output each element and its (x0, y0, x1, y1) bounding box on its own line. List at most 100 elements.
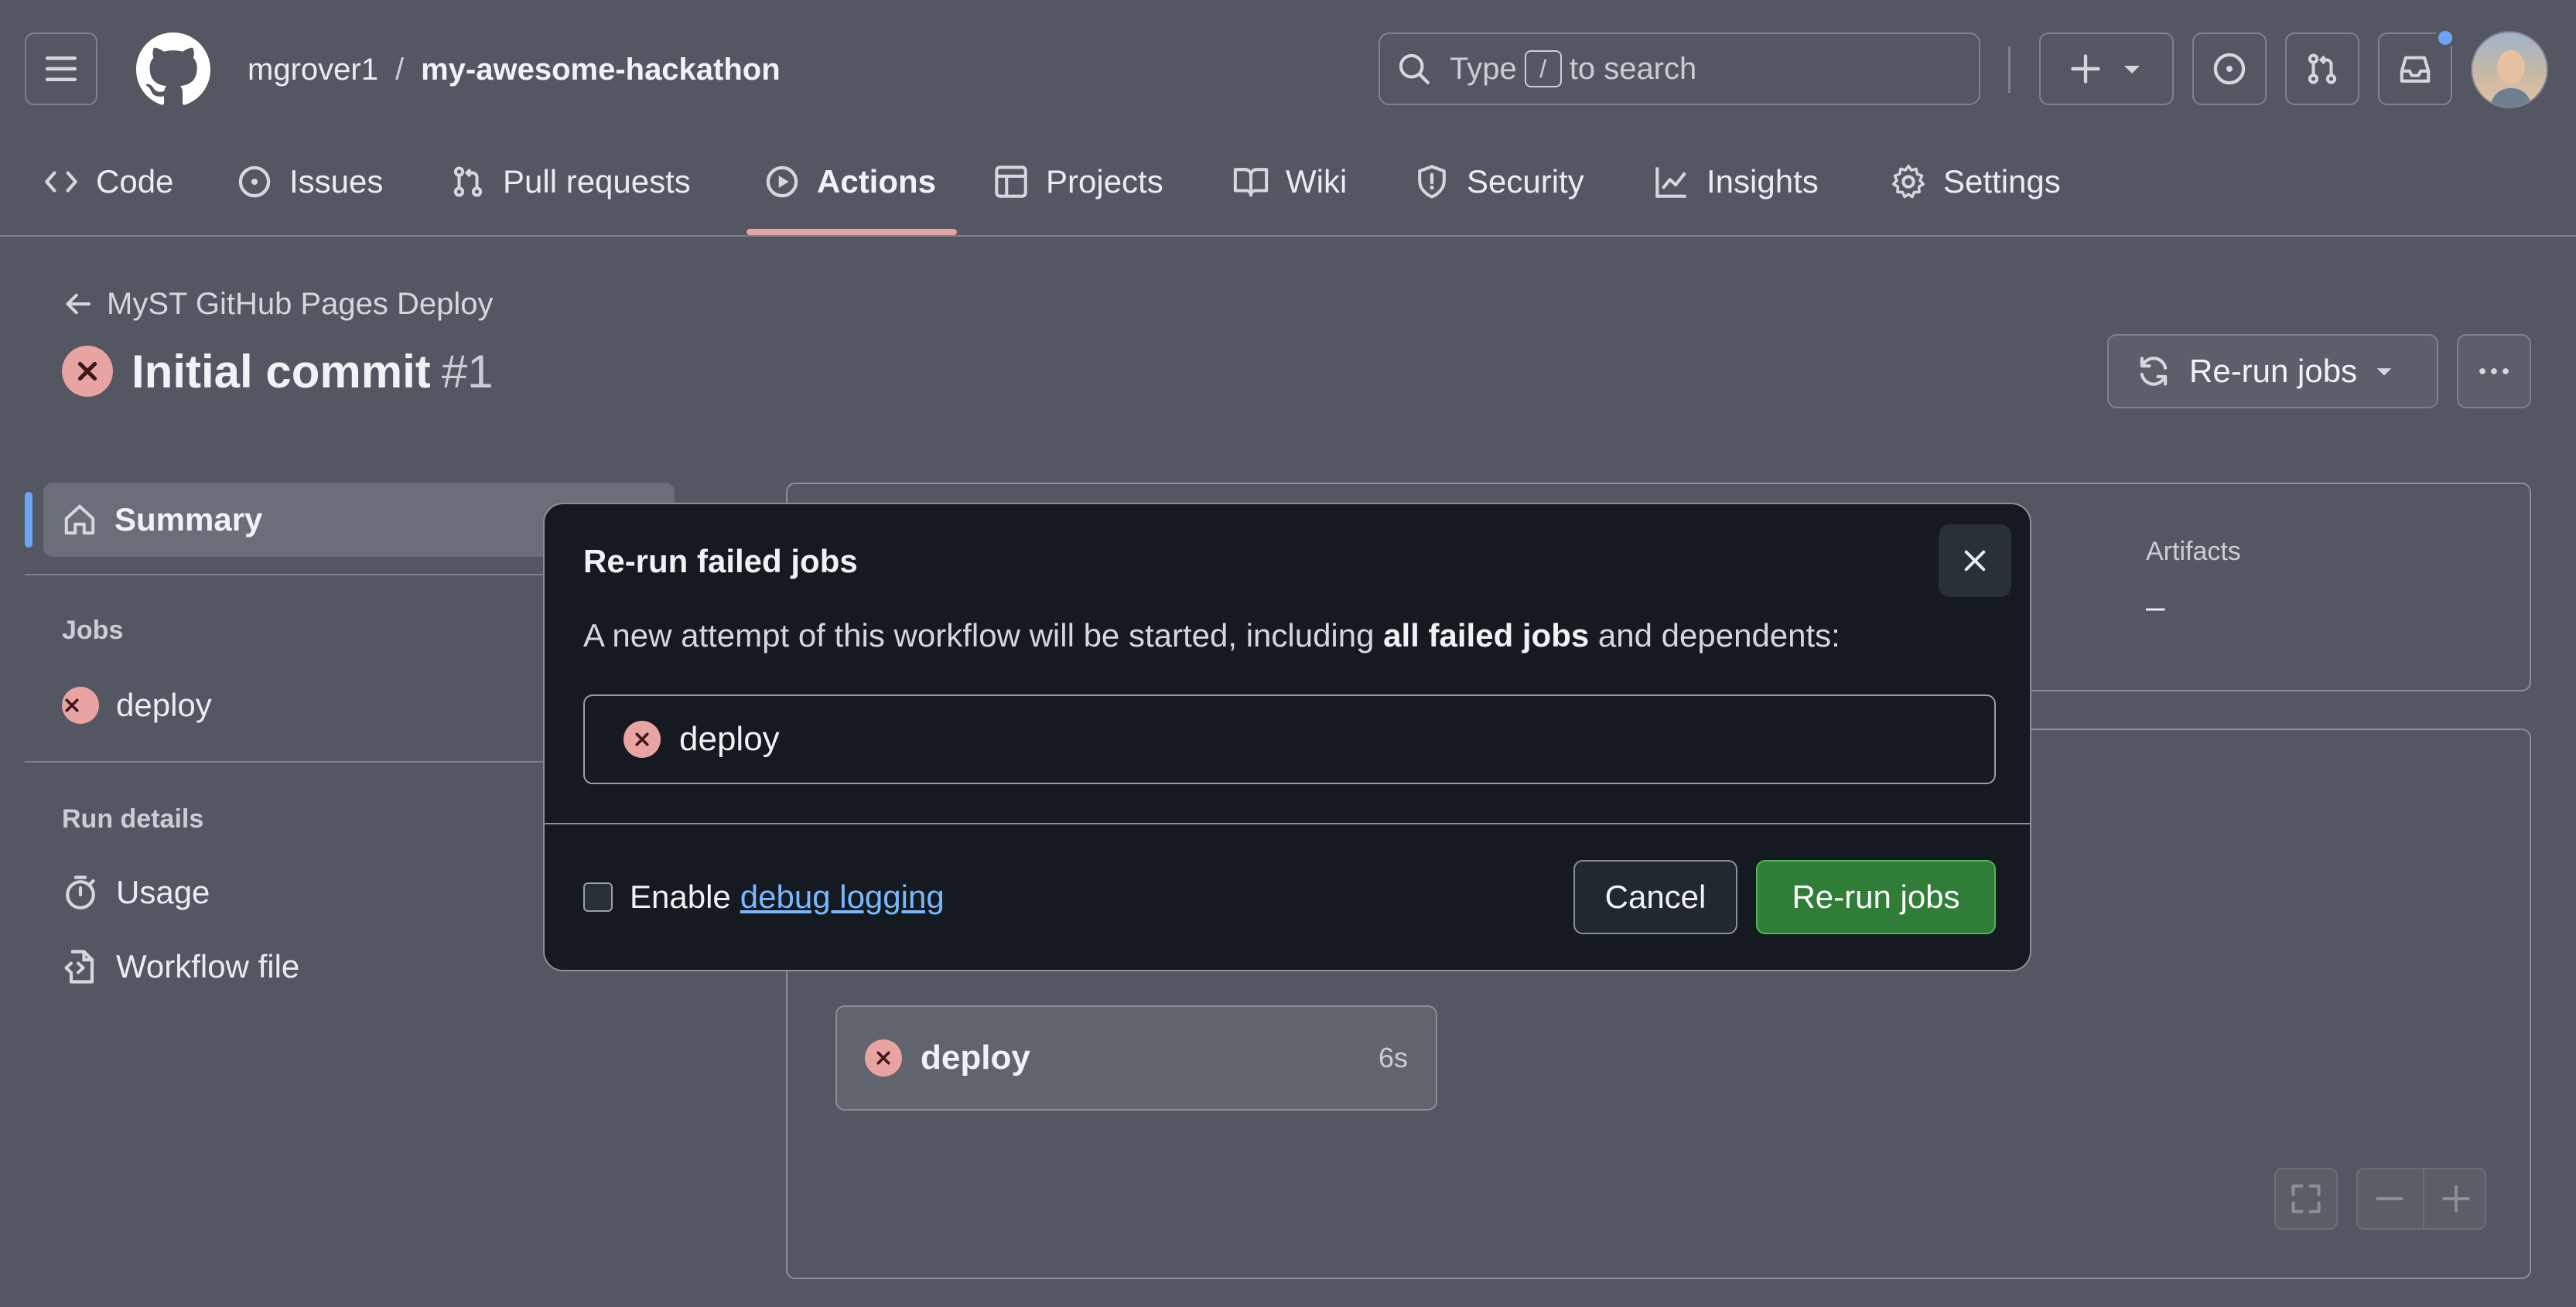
page-title: Initial commit #1 (62, 340, 493, 402)
tab-pull-requests[interactable]: Pull requests (450, 147, 691, 217)
artifacts-value: – (2146, 588, 2165, 626)
graph-job-duration: 6s (1378, 1042, 1408, 1073)
failed-status-icon (62, 687, 99, 724)
sidebar-item-usage[interactable]: Usage (62, 869, 210, 916)
failed-status-icon (62, 346, 113, 397)
inbox-icon (2400, 56, 2431, 83)
caret-down-icon (2124, 66, 2140, 73)
home-icon (64, 504, 95, 535)
tab-actions[interactable]: Actions (764, 147, 936, 217)
run-title: Initial commit (132, 345, 431, 398)
pull-requests-button[interactable] (2285, 32, 2359, 105)
sidebar-item-workflow-file[interactable]: Workflow file (62, 944, 299, 990)
breadcrumb-separator: / (395, 52, 405, 87)
rerun-failed-jobs-dialog: Re-run failed jobs A new attempt of this… (543, 503, 2031, 971)
fullscreen-button[interactable] (2274, 1168, 2338, 1230)
artifacts-label: Artifacts (2146, 537, 2241, 566)
repo-owner-link[interactable]: mgrover1 (248, 53, 378, 87)
graph-job-label: deploy (921, 1039, 1030, 1077)
github-logo-icon (136, 32, 210, 105)
tab-pull-requests-label: Pull requests (503, 163, 691, 200)
more-options-button[interactable] (2457, 334, 2531, 408)
plus-icon[interactable] (2440, 1182, 2472, 1215)
tab-code[interactable]: Code (43, 147, 173, 217)
avatar[interactable] (2471, 31, 2548, 108)
gear-icon (1892, 164, 1925, 199)
sidebar-divider (25, 574, 551, 575)
kebab-horizontal-icon (2479, 368, 2509, 374)
rerun-jobs-dropdown[interactable]: Re-run jobs (2107, 334, 2438, 408)
tab-security-label: Security (1467, 163, 1584, 200)
sidebar-workflow-file-label: Workflow file (116, 948, 300, 985)
github-logo[interactable] (136, 32, 210, 107)
create-new-button[interactable] (2039, 32, 2174, 105)
caret-down-icon (2376, 368, 2392, 376)
tab-settings-label: Settings (1943, 163, 2061, 200)
search-placeholder-post: to search (1569, 51, 1697, 86)
search-placeholder-pre: Type (1450, 51, 1517, 86)
tab-wiki[interactable]: Wiki (1233, 147, 1347, 217)
tab-insights[interactable]: Insights (1654, 147, 1819, 217)
sidebar-jobs-heading: Jobs (62, 616, 124, 645)
tab-projects[interactable]: Projects (993, 147, 1163, 217)
dialog-desc-pre: A new attempt of this workflow will be s… (583, 617, 1384, 654)
selected-indicator (25, 492, 32, 548)
tab-issues[interactable]: Issues (237, 147, 383, 217)
dialog-job-item: deploy (583, 694, 1996, 784)
graph-icon (1655, 167, 1686, 198)
fullscreen-icon (2291, 1184, 2321, 1213)
dialog-title: Re-run failed jobs (583, 543, 858, 579)
book-icon (1233, 168, 1269, 197)
debug-logging-link[interactable]: debug logging (740, 879, 945, 916)
zoom-out-button[interactable] (2356, 1168, 2486, 1230)
zoom-divider (2423, 1168, 2424, 1230)
debug-logging-label: Enable (630, 879, 731, 915)
debug-logging-checkbox[interactable] (583, 882, 613, 912)
pull-request-icon (453, 166, 483, 197)
tab-settings[interactable]: Settings (1891, 147, 2061, 217)
shield-icon (1418, 165, 1446, 199)
arrow-left-icon (66, 293, 91, 315)
code-icon (45, 171, 77, 193)
tab-projects-label: Projects (1046, 163, 1163, 200)
dialog-divider (545, 823, 2030, 824)
tab-issues-label: Issues (289, 163, 384, 200)
sync-icon (2140, 357, 2168, 386)
dialog-desc-post: and dependents: (1589, 617, 1840, 654)
play-icon (766, 166, 798, 198)
debug-logging-option: Enable debug logging (583, 874, 945, 920)
back-to-workflow-link[interactable]: MyST GitHub Pages Deploy (62, 285, 493, 323)
hamburger-icon (45, 56, 77, 81)
repo-name-link[interactable]: my-awesome-hackathon (421, 53, 781, 87)
sidebar-usage-label: Usage (116, 874, 210, 910)
cancel-button[interactable]: Cancel (1573, 860, 1737, 934)
header-divider (2008, 46, 2011, 93)
tab-wiki-label: Wiki (1286, 163, 1348, 200)
avatar-face-icon (2489, 50, 2533, 107)
sidebar-item-deploy[interactable]: deploy (62, 682, 212, 729)
plus-icon (2071, 54, 2100, 84)
back-link-label: MyST GitHub Pages Deploy (107, 286, 494, 321)
dialog-desc-bold: all failed jobs (1383, 617, 1590, 654)
file-code-icon (64, 950, 94, 984)
dialog-description: A new attempt of this workflow will be s… (583, 617, 1840, 654)
dialog-job-label: deploy (679, 720, 780, 758)
graph-job-deploy[interactable]: deploy 6s (835, 1005, 1437, 1111)
tab-security[interactable]: Security (1414, 147, 1584, 217)
minus-icon (2376, 1197, 2403, 1200)
sidebar-job-label: deploy (116, 687, 212, 723)
issues-button[interactable] (2192, 32, 2267, 105)
sidebar-summary-label: Summary (114, 501, 263, 537)
search-input[interactable]: Type / to search (1379, 32, 1980, 105)
active-tab-indicator (746, 229, 957, 235)
sidebar-divider (25, 761, 551, 763)
tab-code-label: Code (96, 163, 174, 200)
nav-divider (0, 235, 2576, 237)
sidebar-run-details-heading: Run details (62, 804, 204, 834)
search-shortcut-key: / (1524, 50, 1562, 87)
close-dialog-button[interactable] (1939, 524, 2011, 597)
menu-button[interactable] (25, 32, 97, 105)
notification-dot (2435, 28, 2455, 48)
confirm-rerun-button[interactable]: Re-run jobs (1756, 860, 1996, 934)
failed-status-icon (865, 1039, 902, 1077)
